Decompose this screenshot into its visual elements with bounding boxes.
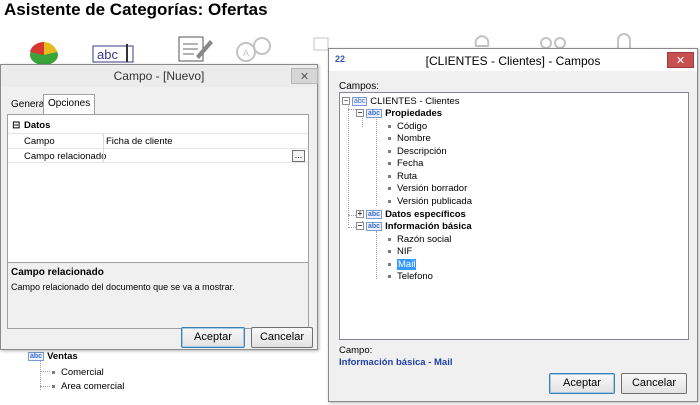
bullet-icon [52,384,55,388]
edit-form-icon [176,34,218,67]
campos-dialog-title: [CLIENTES - Clientes] - Campos [425,54,601,68]
property-key: Campo relacionado [24,151,107,162]
expand-icon[interactable]: + [356,210,364,219]
cancel-button[interactable]: Cancelar [251,327,313,348]
property-value: Ficha de cliente [106,136,173,147]
tree-item-nif[interactable]: NIF [388,246,412,258]
group-label: Datos [24,120,51,131]
property-key: Campo [24,136,55,147]
description-text: Campo relacionado del documento que se v… [11,282,235,292]
tree-item-fecha[interactable]: Fecha [388,158,423,170]
group-datos[interactable]: ⊟ Datos [8,118,308,133]
campo-dialog-titlebar[interactable]: Campo - [Nuevo] ✕ [1,65,318,87]
field-type-icon: abc [366,209,383,219]
campo-dialog: Campo - [Nuevo] ✕ General Opciones ⊟ Dat… [0,64,318,350]
bullet-icon [388,186,391,190]
fields-tree[interactable]: − abc CLIENTES - Clientes − abc Propiedades … [339,92,689,340]
bullet-icon [388,174,391,178]
bullet-icon [388,274,391,278]
property-row-campo[interactable]: Campo Ficha de cliente [8,133,308,148]
bullet-icon [388,136,391,140]
link-icon: A [234,36,274,67]
collapse-icon[interactable]: − [356,109,364,118]
property-row-campo-relacionado[interactable]: Campo relacionado ... [8,148,308,163]
property-grid: ⊟ Datos Campo Ficha de cliente Campo rel… [7,114,309,329]
campo-label: Campo: [339,345,373,356]
tab-opciones[interactable]: Opciones [43,94,96,114]
collapse-icon[interactable]: ⊟ [12,118,20,133]
bullet-icon [52,370,55,374]
tree-item-razon-social[interactable]: Razón social [388,234,451,246]
tree-item-area-comercial[interactable]: Area comercial [52,381,124,393]
field-type-icon: abc [352,96,368,106]
cancel-button[interactable]: Cancelar [621,373,687,394]
ellipsis-button[interactable]: ... [292,150,305,162]
collapse-icon[interactable]: − [356,222,364,231]
tree-item-mail[interactable]: Mail [388,259,417,271]
tree-node-datos-especificos[interactable]: + abc Datos específicos [356,209,466,221]
bullet-icon [388,199,391,203]
background-tree: abc Ventas Comercial Area comercial [14,350,214,400]
tree-item-nombre[interactable]: Nombre [388,133,431,145]
description-box: Campo relacionado Campo relacionado del … [8,262,308,328]
bullet-icon [388,237,391,241]
field-type-icon: abc [366,108,383,118]
tree-item-version-publicada[interactable]: Versión publicada [388,196,472,208]
selected-item: Mail [397,259,417,270]
tree-item-ruta[interactable]: Ruta [388,171,417,183]
campo-value: Información básica - Mail [339,357,453,368]
campo-dialog-title: Campo - [Nuevo] [113,69,205,83]
fields-label: Campos: [339,81,380,92]
collapse-icon[interactable]: − [342,97,350,106]
field-type-icon: abc [366,221,383,231]
close-button[interactable]: ✕ [667,52,694,68]
bullet-icon [388,124,391,128]
campos-dialog-titlebar[interactable]: 22 [CLIENTES - Clientes] - Campos ✕ [329,49,697,71]
tree-node-propiedades[interactable]: − abc Propiedades [356,108,442,120]
tree-node-ventas[interactable]: abc Ventas [28,351,78,363]
tree-item-comercial[interactable]: Comercial [52,367,104,379]
svg-text:A: A [243,48,249,58]
description-title: Campo relacionado [11,267,104,278]
tree-item-version-borrador[interactable]: Versión borrador [388,183,467,195]
accept-button[interactable]: Aceptar [181,327,245,348]
bullet-icon [388,149,391,153]
bullet-icon [388,161,391,165]
tree-node-clientes[interactable]: − abc CLIENTES - Clientes [342,96,460,108]
tree-item-descripcion[interactable]: Descripción [388,146,447,158]
bullet-icon [388,249,391,253]
accept-button[interactable]: Aceptar [549,373,615,394]
bullet-icon [388,262,391,266]
wizard-title: Asistente de Categorías: Ofertas [4,0,268,19]
tree-node-informacion-basica[interactable]: − abc Información básica [356,221,472,233]
tree-item-telefono[interactable]: Telefono [388,271,433,283]
tree-item-codigo[interactable]: Código [388,121,427,133]
close-button[interactable]: ✕ [291,68,318,84]
campos-dialog: 22 [CLIENTES - Clientes] - Campos ✕ Camp… [328,48,698,402]
svg-text:abc: abc [97,47,118,62]
